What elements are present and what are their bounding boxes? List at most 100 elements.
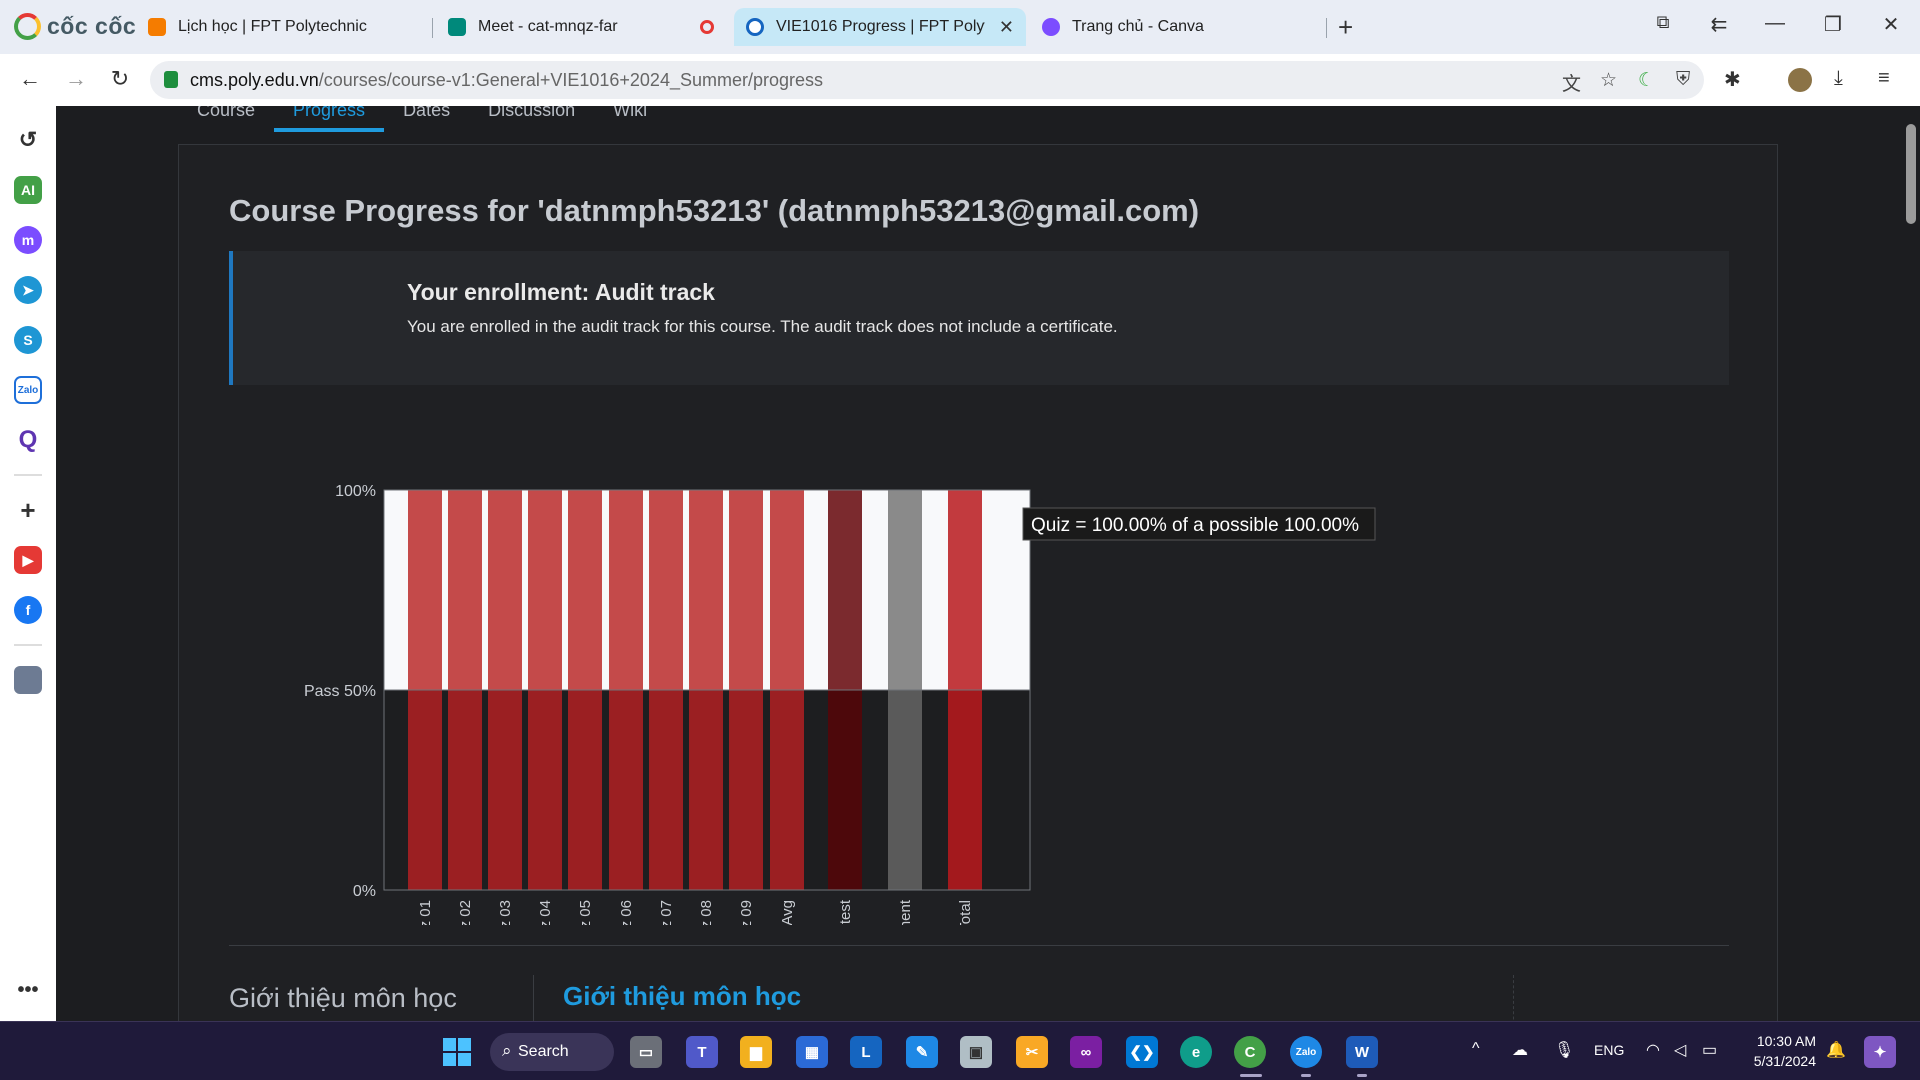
visual-studio-icon[interactable]: ∞ — [1070, 1036, 1102, 1068]
zalo-icon[interactable]: Zalo — [14, 376, 42, 404]
history-icon[interactable]: ↺ — [14, 126, 42, 154]
tab-wiki[interactable]: Wiki — [594, 106, 666, 132]
x-tick-label: Quiz 08 — [698, 900, 715, 925]
bar-final-test-upper — [828, 490, 862, 690]
secure-lock-icon — [164, 71, 178, 88]
bookmark-star-icon[interactable]: ☆ — [1600, 69, 1617, 92]
bar-quiz-09-upper — [729, 490, 763, 690]
messenger-icon[interactable]: m — [14, 226, 42, 254]
column-separator — [1513, 975, 1514, 1021]
browser-tab-strip: cốc cốc Lịch học | FPT Polytechnic Meet … — [0, 0, 1920, 54]
teams-icon[interactable]: T — [686, 1036, 718, 1068]
bar-quiz-07-upper — [649, 490, 683, 690]
adblock-shield-icon[interactable]: ⛨ — [1676, 69, 1690, 91]
windows-taskbar: ⌕ Search ▭ T ▆ ▦ L ✎ ▣ ✂ ∞ ❮❯ e C Zalo W… — [0, 1021, 1920, 1080]
minimize-button[interactable]: — — [1760, 12, 1790, 35]
coccoc-logo-icon — [14, 13, 41, 40]
bar-quiz-avg — [770, 690, 804, 890]
search-q-icon[interactable]: Q — [14, 426, 42, 454]
store-icon[interactable]: ▦ — [796, 1036, 828, 1068]
download-icon[interactable]: ⤓ — [1834, 67, 1843, 90]
coccoc-taskbar-icon[interactable]: C — [1234, 1036, 1266, 1068]
bar-quiz-07 — [649, 690, 683, 890]
tab-progress[interactable]: Progress — [274, 106, 385, 132]
address-bar[interactable]: cms.poly.edu.vn/courses/course-v1:Genera… — [150, 61, 1704, 99]
tab-course[interactable]: Course — [178, 106, 274, 132]
l-app-icon[interactable]: L — [850, 1036, 882, 1068]
vscode-icon[interactable]: ❮❯ — [1126, 1036, 1158, 1068]
onedrive-icon[interactable]: ☁ — [1512, 1040, 1528, 1060]
scrollbar-thumb[interactable] — [1906, 124, 1916, 224]
zalo-taskbar-icon[interactable]: Zalo — [1290, 1036, 1322, 1068]
skype-icon[interactable]: S — [14, 326, 42, 354]
dark-mode-icon[interactable]: ☾ — [1638, 69, 1655, 92]
tab-vie1016-progress[interactable]: VIE1016 Progress | FPT Polytechnic ✕ — [734, 8, 1026, 46]
tab-label: Trang chủ - Canva — [1072, 18, 1204, 35]
tray-overflow-icon[interactable]: ^ — [1472, 1040, 1480, 1058]
bar-quiz-06-upper — [609, 490, 643, 690]
volume-icon[interactable]: ◁ — [1674, 1040, 1686, 1060]
bar-quiz-avg-upper — [770, 490, 804, 690]
language-indicator[interactable]: ENG — [1594, 1042, 1624, 1058]
more-options-icon[interactable]: ••• — [14, 976, 42, 1004]
close-window-button[interactable]: ✕ — [1876, 12, 1906, 37]
screen-capture-icon[interactable]: ⧉ — [1648, 12, 1678, 33]
copilot-icon[interactable]: ✦ — [1864, 1036, 1896, 1068]
tab-label: VIE1016 Progress | FPT Polytechnic — [776, 18, 985, 35]
back-button[interactable]: ← — [16, 66, 44, 92]
battery-icon[interactable]: ▭ — [1702, 1040, 1717, 1060]
clock-time: 10:30 AM — [1756, 1033, 1816, 1049]
profile-avatar[interactable] — [1788, 68, 1812, 92]
task-view-icon[interactable]: ▭ — [630, 1036, 662, 1068]
notification-bell-icon[interactable]: 🔔 — [1826, 1040, 1846, 1060]
grade-chart: Quiz 01 Quiz 02 Quiz 03 Quiz 04 Quiz 05 Quiz … — [304, 483, 1376, 925]
user-avatar-icon[interactable] — [14, 666, 42, 694]
search-icon: ⌕ — [502, 1041, 512, 1060]
edge-icon[interactable]: e — [1180, 1036, 1212, 1068]
new-tab-button[interactable]: + — [1338, 12, 1353, 43]
photo-app-icon[interactable]: ▣ — [960, 1036, 992, 1068]
tab-search-icon[interactable]: ⇇ — [1704, 12, 1734, 37]
facebook-icon[interactable]: f — [14, 596, 42, 624]
wifi-icon[interactable]: ◠ — [1646, 1040, 1660, 1060]
x-tick-label: Quiz 04 — [537, 900, 554, 925]
file-explorer-icon[interactable]: ▆ — [740, 1036, 772, 1068]
tab-dates[interactable]: Dates — [384, 106, 469, 132]
bar-quiz-08-upper — [689, 490, 723, 690]
url-text[interactable]: cms.poly.edu.vn/courses/course-v1:Genera… — [190, 70, 823, 91]
system-clock[interactable]: 10:30 AM 5/31/2024 — [1736, 1031, 1816, 1071]
enrollment-notice: Your enrollment: Audit track You are enr… — [229, 251, 1729, 385]
translate-icon[interactable]: 文 — [1562, 69, 1581, 96]
draw-app-icon[interactable]: ✎ — [906, 1036, 938, 1068]
telegram-icon[interactable]: ➤ — [14, 276, 42, 304]
word-icon[interactable]: W — [1346, 1036, 1378, 1068]
x-tick-label: Quiz 02 — [457, 900, 474, 925]
reload-button[interactable]: ↻ — [106, 66, 134, 92]
extensions-icon[interactable]: ✱ — [1724, 67, 1741, 92]
tab-discussion[interactable]: Discussion — [469, 106, 594, 132]
close-tab-icon[interactable]: ✕ — [999, 17, 1014, 38]
recording-icon — [700, 20, 714, 34]
ai-assistant-icon[interactable]: AI — [14, 176, 42, 204]
bar-quiz-06 — [609, 690, 643, 890]
edx-favicon-icon — [746, 18, 764, 36]
chapter-link[interactable]: Giới thiệu môn học — [563, 981, 801, 1012]
browser-brand[interactable]: cốc cốc — [14, 13, 136, 40]
tab-lich-hoc[interactable]: Lịch học | FPT Polytechnic — [136, 8, 426, 46]
taskbar-search[interactable]: ⌕ Search — [490, 1033, 614, 1071]
tab-meet[interactable]: Meet - cat-mnqz-far — [436, 8, 726, 46]
microphone-icon[interactable]: 🎙 — [1554, 1040, 1574, 1060]
menu-icon[interactable]: ≡ — [1878, 67, 1890, 90]
windows-start-icon[interactable] — [443, 1038, 471, 1066]
page-scrollbar[interactable] — [1902, 106, 1920, 1021]
tab-canva[interactable]: Trang chủ - Canva — [1030, 8, 1320, 46]
bar-quiz-01 — [408, 690, 442, 890]
tab-separator — [432, 18, 433, 38]
add-app-icon[interactable]: + — [14, 495, 42, 525]
restore-button[interactable]: ❐ — [1818, 12, 1848, 37]
tools-app-icon[interactable]: ✂ — [1016, 1036, 1048, 1068]
forward-button[interactable]: → — [62, 66, 90, 92]
enrollment-text: You are enrolled in the audit track for … — [407, 317, 1118, 336]
bar-quiz-03-upper — [488, 490, 522, 690]
youtube-icon[interactable]: ▶ — [14, 546, 42, 574]
